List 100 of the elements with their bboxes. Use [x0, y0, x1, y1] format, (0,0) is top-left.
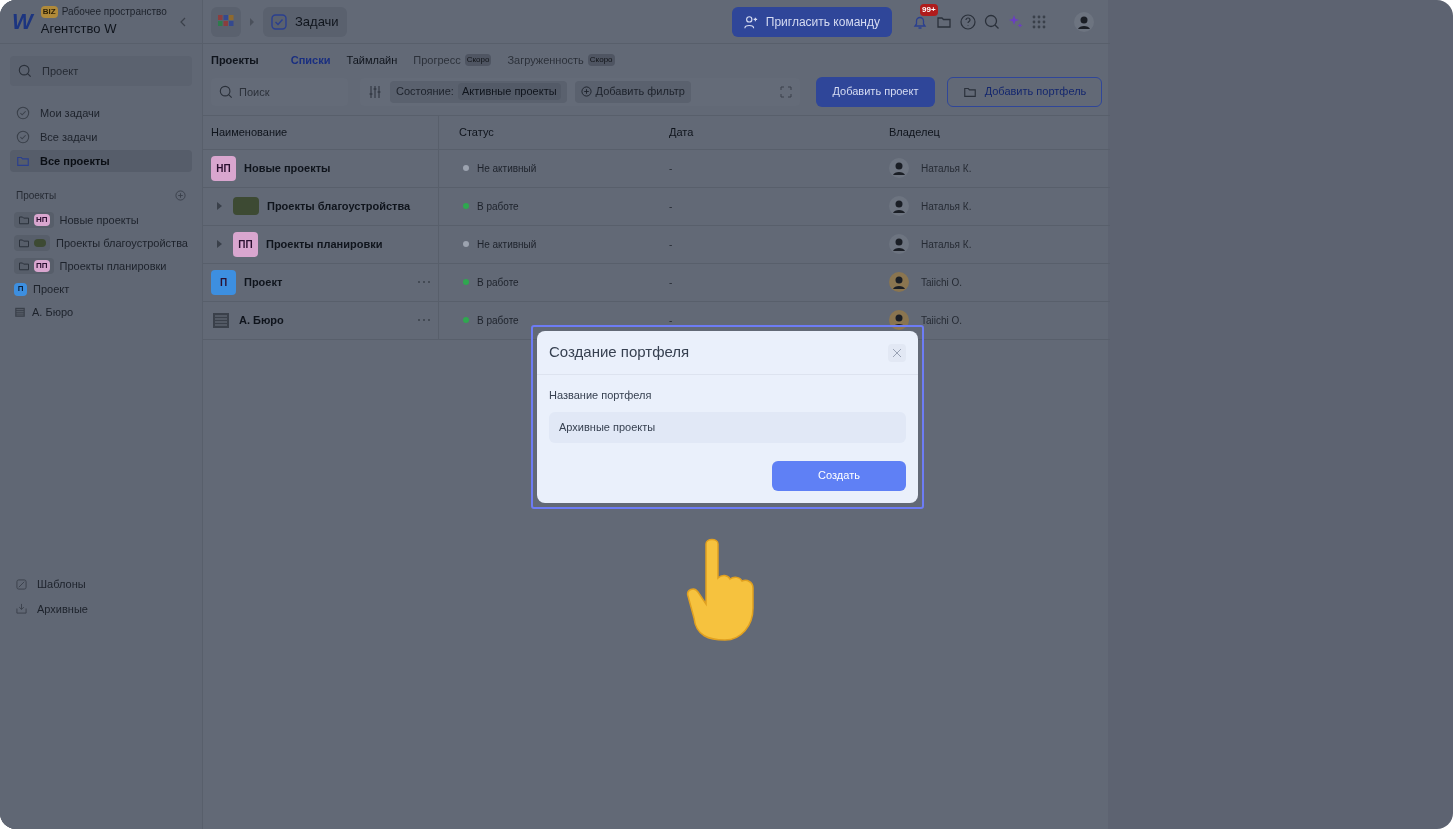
- column-header: Статус: [459, 124, 494, 140]
- column-header: Дата: [669, 124, 694, 140]
- project-search-field[interactable]: Проект: [10, 56, 192, 86]
- workspace-label: Рабочее пространство: [61, 5, 167, 20]
- search-icon: [219, 84, 233, 99]
- project-avatar: НП: [34, 214, 50, 226]
- sparkles-icon[interactable]: [1008, 13, 1024, 30]
- photo-placeholder: [233, 197, 259, 215]
- project-avatar: НП: [211, 155, 236, 181]
- help-icon[interactable]: [960, 13, 976, 30]
- sidebar-nav-item[interactable]: Все проекты: [10, 150, 192, 172]
- filter-label: Состояние:: [396, 84, 454, 100]
- field-label: Название портфеля: [548, 388, 653, 403]
- folder-icon: [18, 237, 30, 249]
- project-name[interactable]: Проект: [244, 273, 283, 291]
- notification-badge: 99+: [920, 3, 938, 16]
- portfolio-name-field[interactable]: Архивные проекты: [549, 411, 906, 443]
- view-tab[interactable]: Списки: [290, 52, 331, 69]
- invite-team-button[interactable]: Пригласить команду: [731, 6, 892, 37]
- apps-button[interactable]: [211, 6, 241, 37]
- view-title: Проекты: [211, 53, 259, 68]
- soon-badge: Скоро: [587, 54, 615, 67]
- check-circle-icon: [16, 106, 30, 120]
- add-icon[interactable]: [175, 190, 186, 201]
- table-row[interactable]: ПП Проекты планировки Не активный - Наталья К.: [203, 225, 1110, 264]
- check-circle-icon: [16, 130, 30, 144]
- user-avatar-icon: [889, 310, 909, 330]
- breadcrumb-tab[interactable]: Задачи: [263, 6, 347, 37]
- sidebar-project-item[interactable]: Проекты благоустройства: [56, 234, 188, 252]
- add-user-icon: [743, 14, 758, 29]
- expand-icon[interactable]: [780, 85, 792, 98]
- sidebar-bottom-item[interactable]: Шаблоны: [37, 576, 86, 593]
- user-avatar-icon: [1074, 11, 1094, 32]
- sidebar-bottom-item[interactable]: Архивные: [37, 600, 88, 617]
- table-row[interactable]: П Проект В работе - Taiichi O.: [203, 263, 1110, 302]
- project-avatar: П: [211, 269, 236, 295]
- owner-name: Наталья К.: [921, 199, 972, 214]
- user-avatar-icon: [889, 234, 909, 254]
- status-text: В работе: [477, 313, 519, 328]
- project-avatar: ПП: [34, 260, 50, 272]
- date-cell: -: [669, 314, 673, 326]
- sidebar-project-item[interactable]: А. Бюро: [32, 303, 74, 321]
- dots-grid-icon[interactable]: [1032, 14, 1046, 29]
- status-text: Не активный: [477, 161, 537, 176]
- photo-placeholder: [34, 239, 46, 247]
- user-avatar-icon: [889, 196, 909, 216]
- templates-icon: [16, 578, 27, 590]
- folder-icon: [16, 154, 30, 168]
- building-icon: [211, 310, 231, 330]
- search-icon: [18, 64, 32, 78]
- owner-name: Taiichi O.: [921, 313, 963, 328]
- project-name[interactable]: Проекты благоустройства: [267, 197, 411, 215]
- soon-badge: Скоро: [464, 54, 492, 67]
- folder-icon: [18, 214, 30, 226]
- project-avatar: П: [14, 282, 27, 296]
- column-header: Наименование: [211, 124, 288, 140]
- project-name[interactable]: Новые проекты: [244, 159, 331, 177]
- user-avatar-icon: [889, 158, 909, 178]
- table-row[interactable]: НП Новые проекты Не активный - Наталья К.: [203, 149, 1110, 188]
- filter-value: Активные проекты: [457, 83, 561, 100]
- status-text: Не активный: [477, 237, 537, 252]
- add-portfolio-button[interactable]: Добавить портфель: [947, 76, 1102, 107]
- building-icon: [14, 306, 26, 318]
- plan-badge: BIZ: [40, 5, 58, 18]
- status-text: В работе: [477, 199, 519, 214]
- date-cell: -: [669, 238, 673, 250]
- project-name[interactable]: А. Бюро: [239, 311, 284, 329]
- column-header: Владелец: [889, 124, 940, 140]
- status-text: В работе: [477, 275, 519, 290]
- search-icon: [984, 13, 1000, 30]
- view-tab[interactable]: Таймлайн: [346, 52, 398, 69]
- sidebar-project-item[interactable]: Новые проекты: [59, 211, 139, 229]
- workspace-logo: W: [12, 8, 33, 36]
- create-button[interactable]: Создать: [772, 460, 906, 491]
- sidebar-project-item[interactable]: Проекты планировки: [59, 257, 167, 275]
- project-avatar: ПП: [233, 231, 258, 257]
- close-icon: [892, 347, 902, 358]
- status-filter-chip[interactable]: Состояние: Активные проекты: [390, 80, 567, 103]
- checkbox-icon: [271, 13, 287, 30]
- owner-name: Наталья К.: [921, 237, 972, 252]
- date-cell: -: [669, 162, 673, 174]
- workspace-name: Агентство W: [40, 20, 118, 39]
- close-button[interactable]: [888, 343, 906, 362]
- owner-name: Наталья К.: [921, 161, 972, 176]
- dialog-title: Создание портфеля: [549, 342, 690, 363]
- date-cell: -: [669, 276, 673, 288]
- chevron-right-icon: [249, 17, 255, 26]
- owner-name: Taiichi O.: [921, 275, 963, 290]
- sidebar-project-item[interactable]: Проект: [33, 280, 70, 298]
- apps-grid-icon: [218, 14, 234, 29]
- project-name[interactable]: Проекты планировки: [266, 235, 383, 253]
- sidebar-nav-item[interactable]: Все задачи: [10, 126, 192, 148]
- date-cell: -: [669, 200, 673, 212]
- archive-icon: [16, 603, 27, 615]
- user-avatar-icon: [889, 272, 909, 292]
- add-project-button[interactable]: Добавить проект: [816, 76, 935, 107]
- table-row[interactable]: Проекты благоустройства В работе - Наталья К.: [203, 187, 1110, 226]
- add-filter-button[interactable]: Добавить фильтр: [574, 80, 691, 103]
- sliders-icon[interactable]: [368, 84, 382, 99]
- sidebar-nav-item[interactable]: Мои задачи: [10, 102, 192, 124]
